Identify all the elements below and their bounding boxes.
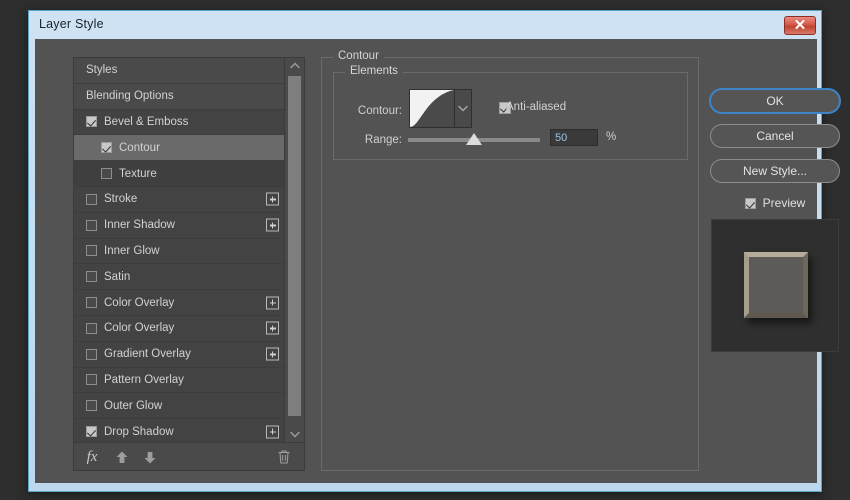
preview-checkbox-row[interactable]: Preview <box>710 195 840 211</box>
styles-rows-host: Bevel & Emboss Contour Texture Stroke Inner … <box>74 110 286 442</box>
sidebar-item-inner-glow[interactable]: Inner Glow <box>74 239 286 265</box>
sidebar-item-label: Satin <box>104 271 130 283</box>
sidebar-item-color-overlay[interactable]: Color Overlay <box>74 290 286 316</box>
add-effect-button[interactable] <box>266 193 279 206</box>
styles-list-header[interactable]: Styles <box>74 58 286 84</box>
chevron-down-icon <box>458 105 468 112</box>
sidebar-item-label: Inner Glow <box>104 245 160 257</box>
range-slider-thumb[interactable] <box>466 133 482 145</box>
move-up-button[interactable] <box>112 447 132 467</box>
sidebar-item-texture[interactable]: Texture <box>74 161 286 187</box>
styles-header-label: Styles <box>86 64 117 76</box>
styles-panel: Styles Blending Options Bevel & Emboss Co… <box>73 57 305 471</box>
chevron-up-icon <box>290 62 300 69</box>
styles-scrollbar[interactable] <box>284 58 304 442</box>
fx-label: fx <box>87 449 98 466</box>
arrow-up-icon <box>115 450 129 465</box>
effect-checkbox[interactable] <box>86 194 97 205</box>
layer-style-window: Layer Style Styles Blending Options <box>28 10 822 492</box>
trash-icon <box>277 449 291 465</box>
window-title: Layer Style <box>39 17 104 31</box>
sidebar-item-label: Pattern Overlay <box>104 374 184 386</box>
contour-curve-preview <box>410 90 454 127</box>
sidebar-item-blending-options[interactable]: Blending Options <box>74 84 286 110</box>
add-effect-button[interactable] <box>266 296 279 309</box>
ok-label: OK <box>766 94 783 108</box>
anti-aliased-label: Anti-aliased <box>506 101 566 113</box>
effect-checkbox[interactable] <box>86 116 97 127</box>
sidebar-item-label: Outer Glow <box>104 400 162 412</box>
sidebar-item-stroke[interactable]: Stroke <box>74 187 286 213</box>
effect-checkbox[interactable] <box>101 142 112 153</box>
layer-preview-thumbnail <box>711 219 839 352</box>
fx-button[interactable]: fx <box>82 447 102 467</box>
add-effect-button[interactable] <box>266 425 279 438</box>
sidebar-item-bevel-emboss[interactable]: Bevel & Emboss <box>74 110 286 136</box>
cancel-button[interactable]: Cancel <box>710 124 840 148</box>
preview-label: Preview <box>763 196 806 210</box>
contour-field-label: Contour: <box>342 105 402 117</box>
new-style-button[interactable]: New Style... <box>710 159 840 183</box>
delete-button[interactable] <box>274 447 294 467</box>
effect-checkbox[interactable] <box>86 220 97 231</box>
styles-list[interactable]: Styles Blending Options Bevel & Emboss Co… <box>74 58 286 442</box>
sidebar-item-label: Bevel & Emboss <box>104 116 188 128</box>
sidebar-item-label: Color Overlay <box>104 297 174 309</box>
scroll-up-button[interactable] <box>285 58 304 73</box>
move-down-button[interactable] <box>140 447 160 467</box>
cancel-label: Cancel <box>756 129 793 143</box>
sidebar-item-contour[interactable]: Contour <box>74 135 286 161</box>
contour-panel-title: Contour <box>333 50 384 62</box>
sidebar-item-label: Drop Shadow <box>104 426 174 438</box>
ok-button[interactable]: OK <box>710 89 840 113</box>
range-unit-label: % <box>606 131 616 143</box>
close-button[interactable] <box>784 16 816 35</box>
contour-preset-dropdown[interactable] <box>455 89 472 128</box>
scrollbar-thumb[interactable] <box>288 76 301 416</box>
effect-checkbox[interactable] <box>86 245 97 256</box>
contour-preset-swatch[interactable] <box>409 89 455 128</box>
sidebar-item-label: Inner Shadow <box>104 219 175 231</box>
sidebar-item-inner-shadow[interactable]: Inner Shadow <box>74 213 286 239</box>
effect-checkbox[interactable] <box>86 297 97 308</box>
sidebar-item-label: Gradient Overlay <box>104 348 191 360</box>
sidebar-item-pattern-overlay[interactable]: Pattern Overlay <box>74 368 286 394</box>
preview-checkbox[interactable] <box>745 198 756 209</box>
sidebar-item-label: Texture <box>119 168 157 180</box>
add-effect-button[interactable] <box>266 322 279 335</box>
effect-checkbox[interactable] <box>86 374 97 385</box>
elements-group-title: Elements <box>345 65 403 77</box>
scroll-down-button[interactable] <box>285 427 304 442</box>
styles-footer-toolbar: fx <box>74 442 304 470</box>
dialog-body: Styles Blending Options Bevel & Emboss Co… <box>35 39 817 483</box>
sidebar-item-outer-glow[interactable]: Outer Glow <box>74 393 286 419</box>
elements-group: Elements Contour: Anti-al <box>333 72 688 160</box>
new-style-label: New Style... <box>743 164 807 178</box>
sidebar-item-gradient-overlay[interactable]: Gradient Overlay <box>74 342 286 368</box>
effect-checkbox[interactable] <box>86 271 97 282</box>
effect-checkbox[interactable] <box>86 400 97 411</box>
effect-checkbox[interactable] <box>86 349 97 360</box>
blending-options-label: Blending Options <box>86 90 174 102</box>
effect-checkbox[interactable] <box>86 323 97 334</box>
effect-checkbox[interactable] <box>86 426 97 437</box>
chevron-down-icon <box>290 431 300 438</box>
effect-checkbox[interactable] <box>101 168 112 179</box>
sidebar-item-color-overlay[interactable]: Color Overlay <box>74 316 286 342</box>
arrow-down-icon <box>143 450 157 465</box>
window-titlebar[interactable]: Layer Style <box>29 11 821 39</box>
range-value-input[interactable] <box>550 129 598 146</box>
close-x-icon <box>794 19 806 30</box>
sidebar-item-satin[interactable]: Satin <box>74 264 286 290</box>
contour-panel: Contour Elements Contour: <box>321 57 699 471</box>
sidebar-item-label: Color Overlay <box>104 322 174 334</box>
add-effect-button[interactable] <box>266 348 279 361</box>
preview-shape <box>744 252 808 318</box>
sidebar-item-label: Stroke <box>104 193 137 205</box>
add-effect-button[interactable] <box>266 219 279 232</box>
range-field-label: Range: <box>342 134 402 146</box>
sidebar-item-drop-shadow[interactable]: Drop Shadow <box>74 419 286 442</box>
sidebar-item-label: Contour <box>119 142 160 154</box>
desktop-backdrop: Layer Style Styles Blending Options <box>0 0 850 500</box>
